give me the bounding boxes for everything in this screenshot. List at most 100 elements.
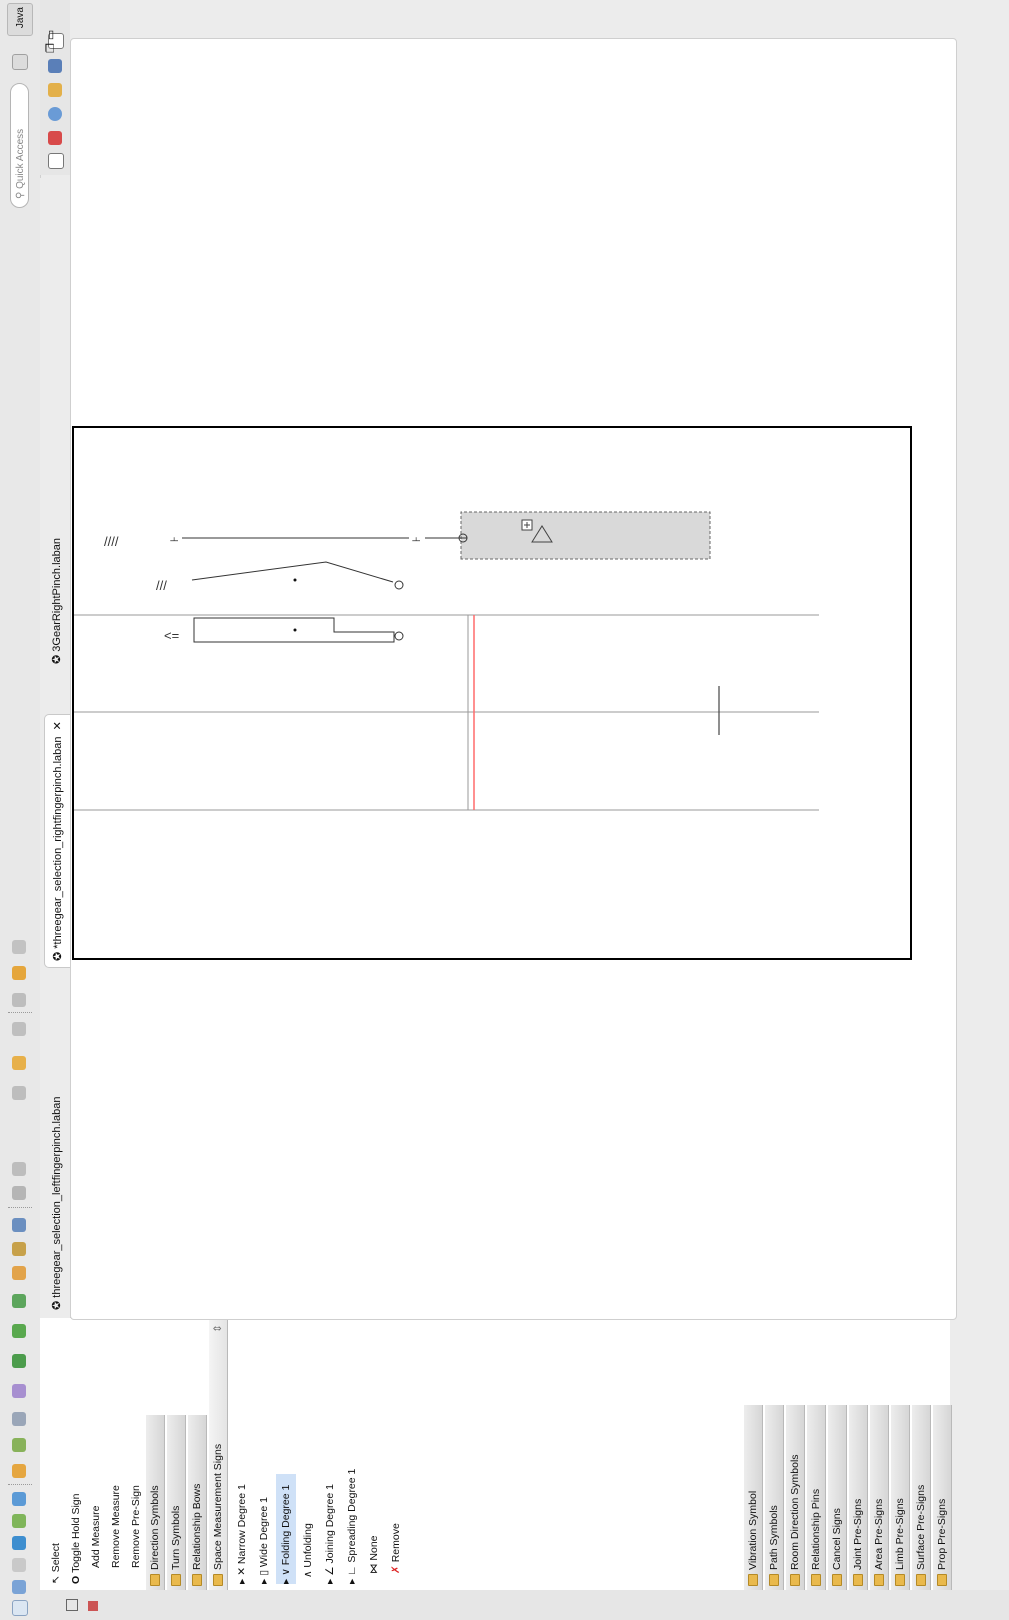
search-icon: ⚲ <box>15 188 26 199</box>
coverage-icon[interactable] <box>12 1492 26 1506</box>
last-edit-icon[interactable] <box>12 1022 26 1036</box>
palette-item-spreading[interactable]: ▸ ∟ Spreading Degree 1 <box>342 1469 362 1584</box>
print-icon[interactable] <box>12 1558 26 1572</box>
hold-circle-icon: O <box>70 1572 82 1584</box>
folder-icon <box>192 1574 202 1586</box>
laban-score-canvas[interactable]: ⊦ ⊦ //// /// <= <box>72 426 912 960</box>
collapse-icon[interactable]: ⇕ <box>209 1324 228 1333</box>
forward-icon[interactable] <box>12 966 26 980</box>
folder-icon <box>832 1574 842 1586</box>
score-drawing: ⊦ ⊦ //// /// <= <box>74 511 819 811</box>
quick-access-search[interactable]: ⚲ Quick Access <box>10 83 29 208</box>
drawer-area-presigns[interactable]: Area Pre-Signs <box>870 1405 889 1590</box>
view-controls: ❐ ▭ <box>44 23 64 53</box>
debug-icon[interactable] <box>12 1514 26 1528</box>
console-icon[interactable] <box>48 59 62 73</box>
close-icon[interactable]: ✕ <box>52 721 64 733</box>
tab-3gearrightpinch[interactable]: ✪ 3GearRightPinch.laban <box>44 532 70 670</box>
tab-leftfingerpinch[interactable]: ✪ threegear_selection_leftfingerpinch.la… <box>44 1091 70 1316</box>
restore-icon[interactable]: ❐ <box>45 43 57 53</box>
drawer-room-direction-symbols[interactable]: Room Direction Symbols <box>786 1405 805 1590</box>
shape-dot <box>293 628 297 632</box>
tasks-icon[interactable] <box>48 83 62 97</box>
tool-palette: ↖ Select O Toggle Hold Sign Add Measure … <box>40 1317 952 1590</box>
palette-item-joining[interactable]: ▸ ∠ Joining Degree 1 <box>320 1484 340 1584</box>
down-arrow-icon[interactable] <box>12 940 26 954</box>
quick-access-placeholder: Quick Access <box>15 128 26 189</box>
folder-icon <box>916 1574 926 1586</box>
drawer-direction-symbols[interactable]: Direction Symbols <box>146 1415 165 1590</box>
palette-item-wide[interactable]: ▸ ▯ Wide Degree 1 <box>254 1497 274 1584</box>
new-file-icon[interactable] <box>12 1600 28 1616</box>
folder-icon <box>874 1574 884 1586</box>
hold-circle <box>394 631 404 641</box>
folder-icon <box>748 1574 758 1586</box>
drawer-limb-presigns[interactable]: Limb Pre-Signs <box>891 1405 910 1590</box>
back-icon[interactable] <box>12 993 26 1007</box>
external-tools-icon[interactable] <box>12 1464 26 1478</box>
next-annotation-icon[interactable] <box>12 1086 26 1100</box>
palette-tool-toggle-hold[interactable]: O Toggle Hold Sign <box>66 1494 86 1584</box>
run-icon[interactable] <box>12 1536 26 1550</box>
folder-icon <box>895 1574 905 1586</box>
surface-sign: /// <box>156 578 167 593</box>
wand-icon[interactable] <box>12 1412 26 1426</box>
refresh-icon[interactable] <box>12 1294 26 1308</box>
palette-item-none[interactable]: ⋈ None <box>364 1535 384 1574</box>
drawer-path-symbols[interactable]: Path Symbols <box>765 1405 784 1590</box>
palette-item-narrow[interactable]: ▸ ✕ Narrow Degree 1 <box>232 1484 252 1584</box>
drawer-joint-presigns[interactable]: Joint Pre-Signs <box>849 1405 868 1590</box>
hold-circle <box>394 580 404 590</box>
dancer-icon: ✪ <box>52 948 64 961</box>
maximize-icon[interactable]: ▭ <box>45 30 57 40</box>
outline-icon[interactable] <box>48 131 62 145</box>
wide-sign-icon: ▸ ▯ <box>258 1567 270 1584</box>
prev-annotation-icon[interactable] <box>12 1056 26 1070</box>
palette-tool-select[interactable]: ↖ Select <box>46 1543 66 1584</box>
drawer-vibration-symbol[interactable]: Vibration Symbol <box>744 1405 763 1590</box>
dancer-icon: ✪ <box>51 1297 63 1310</box>
drawer-space-measurement-signs[interactable]: Space Measurement Signs ⇕ <box>209 1318 228 1590</box>
open-folder-icon <box>213 1574 223 1586</box>
hierarchy-icon[interactable] <box>48 107 62 121</box>
minimized-view-icon[interactable] <box>88 1601 98 1611</box>
selected-presign-box <box>460 511 711 560</box>
search-icon[interactable] <box>12 1218 26 1232</box>
palette-tool-remove-measure[interactable]: Remove Measure <box>106 1485 126 1568</box>
java-perspective-button[interactable]: Java <box>7 3 33 36</box>
palette-tool-remove-presign[interactable]: Remove Pre-Sign <box>126 1485 146 1568</box>
palette-item-unfolding[interactable]: ∧ Unfolding <box>298 1523 318 1584</box>
restore-view-icon[interactable] <box>48 153 64 169</box>
pin-mark-2: ⊦ <box>169 536 181 542</box>
palette-item-folding[interactable]: ▸ ∨ Folding Degree 1 <box>276 1474 296 1584</box>
new-interface-icon[interactable] <box>12 1324 26 1338</box>
arrow-cursor-icon: ↖ <box>50 1572 62 1584</box>
new-class-icon[interactable] <box>12 1354 26 1368</box>
drawer-relationship-pins[interactable]: Relationship Pins <box>807 1405 826 1590</box>
drawer-surface-presigns[interactable]: Surface Pre-Signs <box>912 1405 931 1590</box>
open-perspective-icon[interactable] <box>12 54 28 70</box>
restore-view-icon[interactable] <box>66 1599 78 1611</box>
spreading-wedge <box>191 561 394 583</box>
new-package-icon[interactable] <box>12 1438 26 1452</box>
drawer-relationship-bows[interactable]: Relationship Bows <box>188 1415 207 1590</box>
open-task-icon[interactable] <box>12 1242 26 1256</box>
pin-mark: ⊦ <box>411 536 423 542</box>
wedge-dot <box>293 578 297 582</box>
joining-sign-icon: ▸ ∠ <box>324 1563 336 1584</box>
annotation-icon[interactable] <box>12 1186 26 1200</box>
folder-icon <box>790 1574 800 1586</box>
palette-item-remove[interactable]: ✗ Remove <box>386 1523 406 1574</box>
folder-icon <box>171 1574 181 1586</box>
drawer-turn-symbols[interactable]: Turn Symbols <box>167 1415 186 1590</box>
drawer-prop-presigns[interactable]: Prop Pre-Signs <box>933 1405 952 1590</box>
palette-tool-add-measure[interactable]: Add Measure <box>86 1506 106 1568</box>
pin-icon[interactable] <box>12 1162 26 1176</box>
tab-rightfingerpinch[interactable]: ✪ *threegear_selection_rightfingerpinch.… <box>44 714 70 968</box>
remove-sign-icon: ✗ <box>390 1562 402 1574</box>
spreading-sign-icon: ▸ ∟ <box>346 1562 358 1584</box>
gear-icon[interactable] <box>12 1384 26 1398</box>
open-type-icon[interactable] <box>12 1266 26 1280</box>
save-icon[interactable] <box>12 1580 26 1594</box>
drawer-cancel-signs[interactable]: Cancel Signs <box>828 1405 847 1590</box>
